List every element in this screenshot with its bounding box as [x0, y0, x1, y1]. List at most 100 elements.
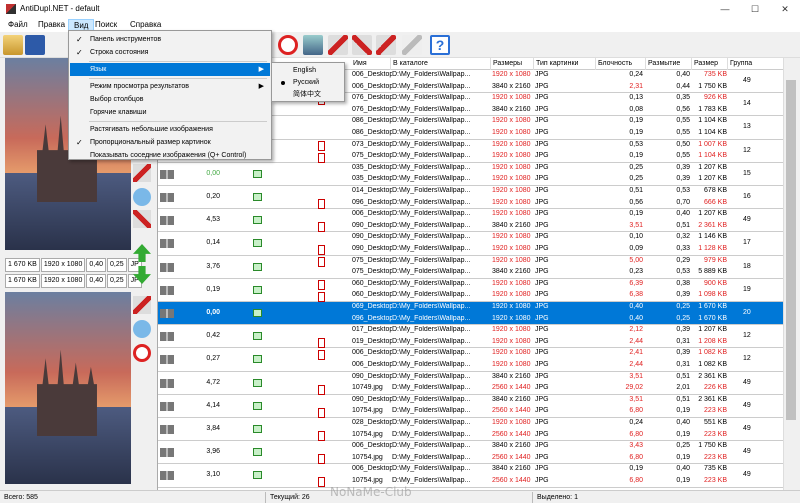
- delete-mark-icon[interactable]: [318, 199, 325, 209]
- check-icon[interactable]: [253, 169, 262, 178]
- delete-mark-icon[interactable]: [318, 280, 325, 291]
- result-group-row[interactable]: 0,27 006_Desktop_Wa...D:\My_Folders\Wallp…: [158, 348, 783, 372]
- stop-icon[interactable]: [133, 344, 151, 362]
- menu-hotkeys[interactable]: Горячие клавиши: [70, 106, 270, 119]
- delete-mark-icon[interactable]: [318, 257, 325, 268]
- arrow-down-icon[interactable]: [133, 266, 151, 284]
- check-icon[interactable]: [253, 378, 262, 387]
- help-icon[interactable]: ?: [430, 35, 450, 55]
- check-icon[interactable]: [253, 262, 262, 271]
- check-icon[interactable]: [253, 401, 262, 410]
- check-icon[interactable]: [253, 332, 262, 341]
- result-group-row[interactable]: 0,14 090_Desktop_Wa...D:\My_Folders\Wallp…: [158, 232, 783, 256]
- menu-view-mode[interactable]: Режим просмотра результатов ▶: [70, 80, 270, 93]
- delete-mark-icon[interactable]: [318, 477, 325, 488]
- delete-mark-icon[interactable]: [318, 338, 325, 349]
- delete-first-icon[interactable]: [328, 35, 348, 55]
- delete-mark-icon[interactable]: [318, 349, 325, 360]
- group-number: 12: [743, 355, 751, 363]
- result-group-row[interactable]: 4,14 090_Desktop_Wa...D:\My_Folders\Wallp…: [158, 395, 783, 418]
- row-type: JPG: [535, 314, 549, 322]
- row-size: 979 KB: [704, 256, 727, 264]
- menu-language[interactable]: Язык ▶: [70, 63, 270, 76]
- check-icon[interactable]: [253, 448, 262, 457]
- delete-both-icon[interactable]: [133, 296, 151, 314]
- rename-icon[interactable]: [133, 320, 151, 338]
- open-folder-icon[interactable]: [3, 35, 23, 55]
- language-english[interactable]: English: [273, 65, 343, 77]
- minimize-button[interactable]: —: [710, 0, 740, 18]
- check-icon[interactable]: [253, 355, 262, 364]
- delete-mark-icon[interactable]: [318, 431, 325, 441]
- row-blurring: 2,01: [676, 384, 690, 392]
- check-icon[interactable]: [253, 471, 262, 480]
- maximize-button[interactable]: ☐: [740, 0, 770, 18]
- close-button[interactable]: ✕: [770, 0, 800, 18]
- menu-proportional-size[interactable]: ✓ Пропорциональный размер картинок: [70, 136, 270, 149]
- menu-column-select[interactable]: Выбор столбцов: [70, 93, 270, 106]
- menu-statusbar-toggle[interactable]: ✓ Строка состояния: [70, 46, 270, 59]
- menu-edit[interactable]: Правка: [33, 19, 70, 31]
- row-blurring: 0,40: [676, 71, 690, 78]
- column-type[interactable]: Тип картинки: [534, 58, 596, 70]
- delete-both-icon[interactable]: [376, 35, 396, 55]
- thumbnails-icon[interactable]: [303, 35, 323, 55]
- column-name[interactable]: Имя: [351, 58, 391, 70]
- check-icon[interactable]: [253, 239, 262, 248]
- result-group-row[interactable]: 4,72 090_Desktop_Wa...D:\My_Folders\Wallp…: [158, 372, 783, 395]
- column-blurring[interactable]: Размытие: [646, 58, 692, 70]
- delete-mark-icon[interactable]: [318, 454, 325, 465]
- delete-mark-icon[interactable]: [318, 291, 325, 302]
- delete-mark-icon[interactable]: [318, 407, 325, 418]
- row-type: JPG: [535, 233, 549, 241]
- menu-stretch-small[interactable]: Растягивать небольшие изображения: [70, 123, 270, 136]
- column-size[interactable]: Размер: [692, 58, 728, 70]
- check-icon[interactable]: [253, 216, 262, 225]
- column-directory[interactable]: В каталоге: [391, 58, 491, 70]
- group-number: 19: [743, 285, 751, 293]
- delete-mark-icon[interactable]: [318, 245, 325, 256]
- result-group-row[interactable]: 0,19 060_Desktop_Wa...D:\My_Folders\Wallp…: [158, 279, 783, 302]
- delete-mark-icon[interactable]: [318, 222, 325, 233]
- menu-neighbour-images[interactable]: Показывать соседние изображения (Q+ Cont…: [70, 149, 270, 162]
- stop-icon[interactable]: [278, 35, 298, 55]
- row-size: 1 783 KB: [698, 105, 727, 113]
- result-group-row[interactable]: 0,20 014_Desktop_Wa...D:\My_Folders\Wallp…: [158, 186, 783, 210]
- column-dimensions[interactable]: Размеры: [491, 58, 534, 70]
- delete-second-icon[interactable]: [352, 35, 372, 55]
- rename-icon[interactable]: [133, 188, 151, 206]
- result-group-row[interactable]: 0,00 069_Desktop_Wa...D:\My_Folders\Wallp…: [158, 302, 783, 326]
- result-group-row[interactable]: 4,53 006_Desktop_Wa...D:\My_Folders\Wallp…: [158, 209, 783, 233]
- check-icon[interactable]: [253, 193, 262, 201]
- row-size: 223 KB: [704, 430, 727, 438]
- menu-toolbar-toggle[interactable]: ✓ Панель инструментов: [70, 33, 270, 46]
- result-group-row[interactable]: 0,42 017_Desktop_Wa...D:\My_Folders\Wallp…: [158, 325, 783, 349]
- row-name: 10754.jpg: [352, 476, 383, 484]
- row-directory: D:\My_Folders\Wallpap...: [392, 268, 471, 276]
- language-russian[interactable]: Русский: [273, 77, 343, 89]
- delete-second-icon[interactable]: [133, 210, 151, 228]
- result-group-row[interactable]: 0,00 035_Desktop_Wa...D:\My_Folders\Wallp…: [158, 163, 783, 186]
- row-type: JPG: [535, 128, 549, 136]
- column-blockiness[interactable]: Блочность: [596, 58, 646, 70]
- arrow-up-icon[interactable]: [133, 244, 151, 262]
- row-dimensions: 1920 x 1080: [492, 349, 531, 357]
- result-group-row[interactable]: 3,96 006_Desktop_Wa...D:\My_Folders\Wallp…: [158, 441, 783, 465]
- check-icon[interactable]: [253, 309, 262, 317]
- delete-mark-icon[interactable]: [318, 141, 325, 152]
- language-chinese[interactable]: 简体中文: [273, 89, 343, 101]
- result-group-row[interactable]: 3,76 075_Desktop_Wa...D:\My_Folders\Wallp…: [158, 256, 783, 279]
- delete-first-icon[interactable]: [133, 164, 151, 182]
- result-group-row[interactable]: 3,84 028_Desktop_Wa...D:\My_Folders\Wallp…: [158, 418, 783, 442]
- save-icon[interactable]: [25, 35, 45, 55]
- menu-file[interactable]: Файл: [3, 19, 33, 31]
- delete-mark-icon[interactable]: [318, 384, 325, 395]
- scrollbar-thumb[interactable]: [786, 80, 796, 420]
- row-type: JPG: [535, 407, 549, 415]
- mistake-icon[interactable]: [402, 35, 422, 55]
- check-icon[interactable]: [253, 285, 262, 294]
- check-icon[interactable]: [253, 425, 262, 433]
- delete-mark-icon[interactable]: [318, 152, 325, 163]
- result-group-row[interactable]: 3,10 006_Desktop_Wa...D:\My_Folders\Wallp…: [158, 464, 783, 488]
- column-group[interactable]: Группа: [728, 58, 783, 70]
